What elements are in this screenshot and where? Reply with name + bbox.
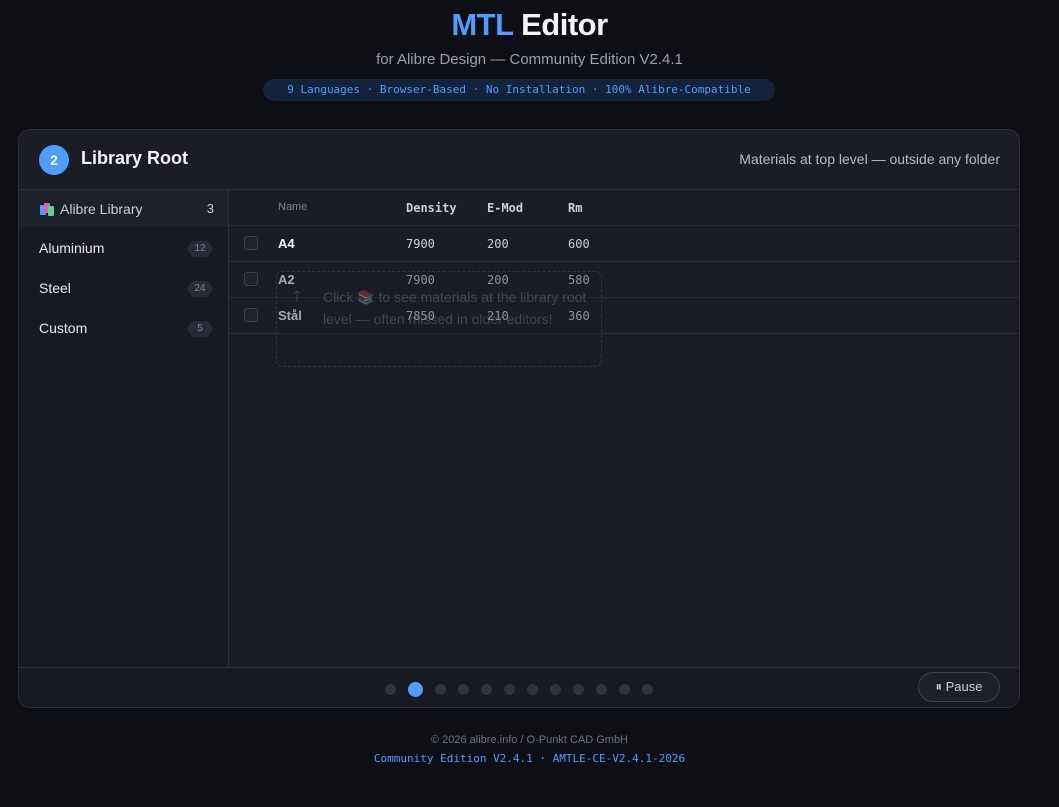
app-title: MTL Editor bbox=[0, 7, 1059, 43]
library-books-icon bbox=[40, 203, 54, 216]
material-name: A4 bbox=[278, 236, 295, 251]
sidebar-item-label: Custom bbox=[39, 320, 88, 336]
material-emod: 200 bbox=[487, 273, 509, 287]
step-dot-3[interactable] bbox=[435, 684, 446, 695]
library-sidebar: Alibre Library 3 Aluminium 12 Steel 24 C… bbox=[19, 190, 229, 667]
panel-header: 2 Library Root Materials at top level — … bbox=[19, 130, 1019, 190]
step-dot-5[interactable] bbox=[481, 684, 492, 695]
feature-tagline: 9 Languages · Browser-Based · No Install… bbox=[263, 79, 775, 101]
sidebar-item-count: 24 bbox=[188, 281, 212, 297]
row-checkbox[interactable] bbox=[244, 272, 258, 286]
column-header-name[interactable]: Name bbox=[278, 201, 307, 213]
material-rm: 360 bbox=[568, 309, 590, 323]
panel-description: Materials at top level — outside any fol… bbox=[739, 151, 1000, 167]
app-title-accent: MTL bbox=[451, 7, 513, 42]
pause-button[interactable]: ⏸ Pause bbox=[918, 672, 1000, 702]
app-title-rest: Editor bbox=[521, 7, 608, 42]
table-row[interactable]: A2 7900 200 580 bbox=[229, 262, 1019, 298]
sidebar-item-label: Steel bbox=[39, 280, 71, 296]
step-dot-10[interactable] bbox=[596, 684, 607, 695]
sidebar-root-count: 3 bbox=[206, 201, 214, 216]
step-dot-7[interactable] bbox=[527, 684, 538, 695]
step-dot-2[interactable] bbox=[408, 682, 423, 697]
step-dot-4[interactable] bbox=[458, 684, 469, 695]
table-header-row: Name Density E-Mod Rm bbox=[229, 190, 1019, 226]
table-row[interactable]: A4 7900 200 600 bbox=[229, 226, 1019, 262]
footer-copyright: © 2026 alibre.info / O-Punkt CAD GmbH bbox=[430, 734, 629, 746]
material-density: 7900 bbox=[406, 237, 435, 251]
material-rm: 600 bbox=[568, 237, 590, 251]
row-checkbox[interactable] bbox=[244, 308, 258, 322]
column-header-density[interactable]: Density bbox=[406, 201, 457, 215]
panel-title: Library Root bbox=[81, 148, 189, 168]
material-density: 7900 bbox=[406, 273, 435, 287]
material-emod: 210 bbox=[487, 309, 509, 323]
tour-panel: 2 Library Root Materials at top level — … bbox=[18, 129, 1020, 708]
step-dot-8[interactable] bbox=[550, 684, 561, 695]
material-name: Stål bbox=[278, 308, 302, 323]
material-name: A2 bbox=[278, 272, 295, 287]
step-dot-9[interactable] bbox=[573, 684, 584, 695]
sidebar-item-count: 12 bbox=[188, 241, 212, 257]
sidebar-item-aluminium[interactable]: Aluminium 12 bbox=[19, 229, 228, 269]
sidebar-item-custom[interactable]: Custom 5 bbox=[19, 309, 228, 349]
table-row[interactable]: Stål 7850 210 360 bbox=[229, 298, 1019, 334]
footer-edition: Community Edition V2.4.1 · AMTLE-CE-V2.4… bbox=[373, 752, 686, 765]
materials-table: Name Density E-Mod Rm A4 7900 200 600 A2… bbox=[229, 190, 1019, 667]
sidebar-item-label: Aluminium bbox=[39, 240, 105, 256]
step-dot-1[interactable] bbox=[385, 684, 396, 695]
step-dot-12[interactable] bbox=[642, 684, 653, 695]
material-density: 7850 bbox=[406, 309, 435, 323]
sidebar-item-steel[interactable]: Steel 24 bbox=[19, 269, 228, 309]
step-dot-11[interactable] bbox=[619, 684, 630, 695]
sidebar-root-label: Alibre Library bbox=[60, 201, 143, 217]
step-dot-6[interactable] bbox=[504, 684, 515, 695]
panel-footer: ⏸ Pause bbox=[19, 667, 1019, 707]
material-emod: 200 bbox=[487, 237, 509, 251]
app-subtitle: for Alibre Design — Community Edition V2… bbox=[376, 51, 683, 68]
row-checkbox[interactable] bbox=[244, 236, 258, 250]
sidebar-item-library-root[interactable]: Alibre Library 3 bbox=[19, 190, 228, 227]
step-number-badge: 2 bbox=[39, 145, 69, 175]
column-header-rm[interactable]: Rm bbox=[568, 201, 582, 215]
column-header-emod[interactable]: E-Mod bbox=[487, 201, 523, 215]
material-rm: 580 bbox=[568, 273, 590, 287]
sidebar-item-count: 5 bbox=[188, 321, 212, 337]
